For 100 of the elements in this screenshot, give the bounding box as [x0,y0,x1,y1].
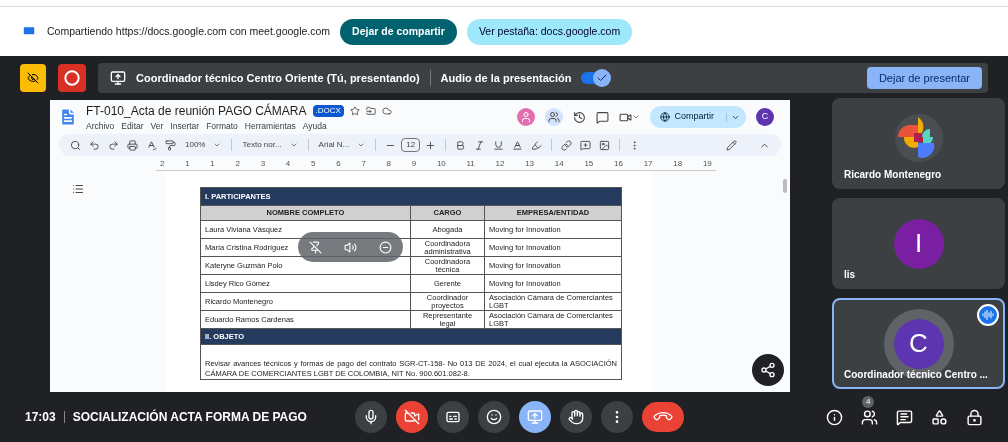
participant-tile[interactable]: C Coordinador técnico Centro ... [832,298,1005,389]
presenting-icon [110,70,126,86]
minimize-icon[interactable] [379,240,392,254]
stop-sharing-button[interactable]: Dejar de compartir [340,18,457,45]
chat-icon[interactable] [896,408,913,426]
participant-tile[interactable]: Ricardo Montenegro [832,98,1005,189]
camera-off-button[interactable] [20,64,46,92]
activities-icon[interactable] [931,408,948,426]
menu-item[interactable]: Archivo [86,119,115,133]
audio-toggle[interactable] [581,72,610,84]
unpin-icon[interactable] [309,240,322,254]
emoji-button[interactable] [478,401,510,433]
ruler-number: 11 [466,158,475,170]
people-count-badge: 4 [862,395,875,408]
document-icon [58,105,78,129]
record-button[interactable] [58,64,86,92]
menu-item[interactable]: Herramientas [244,119,296,133]
host-controls-icon[interactable] [966,408,983,426]
ruler-number: 1 [210,158,215,170]
ruler-number: 3 [260,158,266,170]
present-button[interactable] [519,401,551,433]
leave-call-button[interactable] [642,402,684,432]
audio-bars-icon [982,309,994,321]
info-icon[interactable] [826,408,843,426]
menu-item[interactable]: Formato [206,119,238,133]
print-icon [127,139,138,151]
ruler-number: 19 [702,158,712,170]
paint-format-icon [165,139,176,151]
underline-icon [493,139,505,151]
ruler-number: 10 [436,158,446,170]
link-icon [561,139,573,151]
share-screen-button[interactable] [752,354,784,386]
redo-icon [108,139,119,151]
record-icon [64,70,80,86]
caret-icon [289,141,298,149]
ruler-number: 7 [361,158,366,170]
ruler-number: 6 [336,158,341,170]
font-size-field[interactable]: 12 [401,138,421,152]
ruler-number: 8 [386,158,391,170]
meeting-title: SOCIALIZACIÓN ACTA FORMA DE PAGO [72,408,307,426]
scrollbar [783,179,787,193]
image-icon [599,139,611,151]
comment-icon [596,110,610,124]
ruler-number: 14 [554,158,564,170]
participant-name: Ricardo Montenegro [844,168,942,182]
camera-button[interactable] [396,401,428,433]
participant-name: Coordinador técnico Centro ... [844,368,988,382]
document-title: FT-010_Acta de reunión PAGO CÁMARA [86,102,307,120]
menu-item[interactable]: Insertar [170,119,200,133]
file-type-badge: .DOCX [312,104,344,117]
meeting-time: 17:03 [25,409,56,426]
smiley-icon [486,409,502,425]
hand-icon [568,409,584,425]
search-icon [70,139,81,151]
add-comment-icon [580,139,592,151]
presenter-label: Coordinador técnico Centro Oriente (Tú, presentando) [136,70,420,86]
highlight-icon [531,139,543,151]
increase-size-icon [425,139,437,151]
folder-icon [365,105,376,116]
caret-icon [357,141,366,149]
raise-hand-button[interactable] [560,401,592,433]
caret-icon [213,141,222,149]
style-dropdown[interactable]: Texto nor... [238,139,302,151]
globe-icon [660,112,671,122]
ruler-number: 17 [643,158,653,170]
ruler-number: 1 [185,158,190,170]
view-tab-button[interactable]: Ver pestaña: docs.google.com [466,18,633,45]
captions-icon [445,409,461,425]
logo-avatar [893,112,944,163]
caret-icon [632,113,641,121]
menu-item[interactable]: Ayuda [302,119,327,133]
ruler-number: 15 [584,158,594,170]
people-icon[interactable] [861,408,878,426]
outline-icon [72,183,84,195]
ruler-number: 13 [525,158,535,170]
ruler-number: 12 [495,158,505,170]
microphone-button[interactable] [355,401,387,433]
ruler-number: 16 [614,158,623,170]
share-icon [760,362,776,378]
menu-item[interactable]: Ver [150,119,164,133]
volume-icon[interactable] [344,240,357,254]
avatar: I [893,218,944,269]
ruler-number: 5 [311,158,316,170]
font-dropdown[interactable]: Arial N... [314,139,370,151]
participant-tile[interactable]: I lis [832,198,1005,289]
bold-icon [455,139,467,151]
text-color-icon [512,139,524,151]
audio-label: Audio de la presentación [440,70,572,86]
participant-name: lis [844,268,856,282]
share-button[interactable]: Compartir [650,106,746,128]
captions-button[interactable] [437,401,469,433]
cloud-icon [381,105,392,116]
zoom-dropdown[interactable]: 100% [181,139,226,151]
stop-presenting-button[interactable]: Dejar de presentar [866,67,982,89]
star-icon [349,105,360,116]
more-options-button[interactable] [601,401,633,433]
ruler-number: 4 [285,158,291,170]
menu-item[interactable]: Editar [121,119,144,133]
microphone-icon [363,409,379,425]
editing-mode-icon [726,139,737,151]
